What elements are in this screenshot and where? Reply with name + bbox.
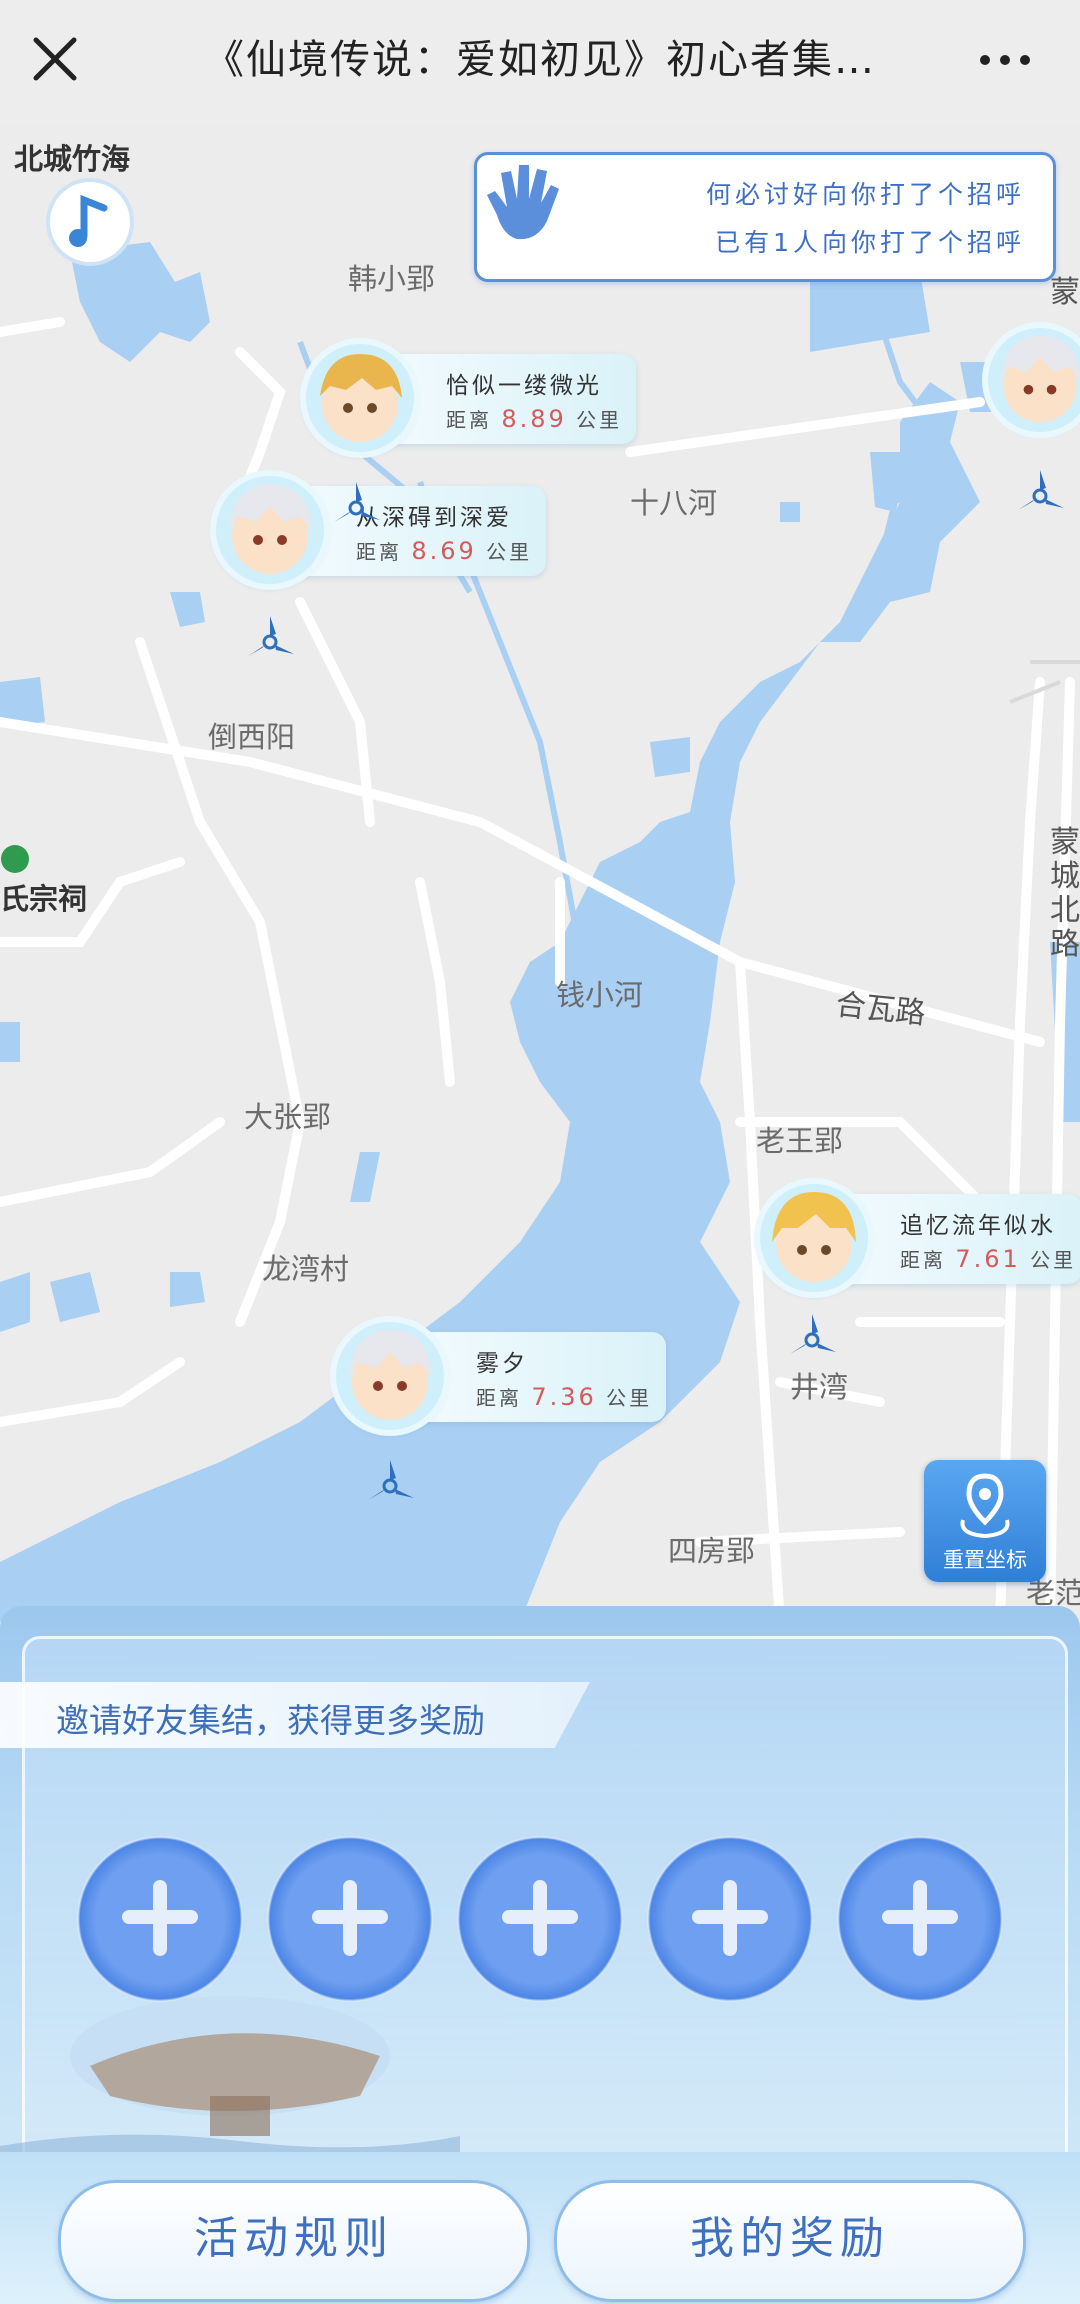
- plus-icon: [913, 1880, 927, 1956]
- rules-button[interactable]: 活动规则: [58, 2180, 530, 2302]
- place-label: 十八河: [630, 486, 718, 520]
- player-distance: 距离 8.89 公里: [446, 405, 623, 433]
- road-label-vertical: 蒙: [1050, 275, 1080, 310]
- distance-value: 8.69: [411, 537, 477, 565]
- rewards-button[interactable]: 我的奖励: [554, 2180, 1026, 2302]
- windmill-icon: [790, 1314, 836, 1354]
- road-label-vertical: 蒙城北路: [1050, 825, 1080, 962]
- player-marker[interactable]: 雾夕 距离 7.36 公里: [336, 1322, 666, 1430]
- avatar: [336, 1322, 444, 1430]
- invite-slot-button[interactable]: [647, 1836, 813, 2002]
- title-bar: 《仙境传说：爱如初见》初心者集…: [0, 0, 1080, 122]
- place-label: 龙湾村: [262, 1252, 350, 1286]
- greeting-card[interactable]: 何必讨好向你打了个招呼 已有1人向你打了个招呼: [474, 152, 1056, 282]
- poi-icon: [1, 845, 29, 873]
- greeting-line-1: 何必讨好向你打了个招呼: [705, 180, 1025, 209]
- close-icon[interactable]: [26, 30, 84, 88]
- player-distance: 距离 7.61 公里: [900, 1245, 1077, 1273]
- plus-icon: [533, 1880, 547, 1956]
- player-name: 追忆流年似水: [900, 1213, 1056, 1239]
- player-marker[interactable]: 恰似一缕微光 距离 8.89 公里: [306, 344, 636, 452]
- location-pin-icon: [960, 1473, 1010, 1539]
- avatar: [306, 344, 414, 452]
- place-label: 四房郢: [668, 1534, 756, 1568]
- plus-icon: [153, 1880, 167, 1956]
- windmill-icon: [1018, 470, 1064, 510]
- player-distance: 距离 8.69 公里: [356, 537, 533, 565]
- invite-slot-button[interactable]: [267, 1836, 433, 2002]
- window-title: 《仙境传说：爱如初见》初心者集…: [204, 37, 876, 83]
- map-view[interactable]: 北城竹海 韩小郢 十八河 倒西阳 氏宗祠 钱小河 合瓦路 大张郢 老王郢 龙湾村…: [0, 122, 1080, 1622]
- avatar: [760, 1184, 868, 1292]
- place-label: 老王郢: [756, 1124, 844, 1158]
- invite-slot-button[interactable]: [457, 1836, 623, 2002]
- avatar[interactable]: [988, 328, 1080, 432]
- place-label: 钱小河: [556, 978, 644, 1012]
- distance-value: 7.36: [531, 1383, 597, 1411]
- windmill-icon: [334, 482, 380, 522]
- player-name: 雾夕: [476, 1351, 528, 1377]
- windmill-icon: [368, 1460, 414, 1500]
- player-marker[interactable]: 追忆流年似水 距离 7.61 公里: [760, 1184, 1080, 1292]
- invite-slot-button[interactable]: [837, 1836, 1003, 2002]
- player-distance: 距离 7.36 公里: [476, 1383, 653, 1411]
- more-dots-icon[interactable]: [975, 40, 1035, 80]
- reset-location-label: 重置坐标: [943, 1548, 1027, 1572]
- invite-panel: 邀请好友集结，获得更多奖励: [0, 1606, 1080, 2166]
- greeting-line-2: 已有1人向你打了个招呼: [715, 228, 1025, 257]
- place-label: 氏宗祠: [0, 882, 88, 916]
- place-label: 大张郢: [244, 1100, 332, 1134]
- footer-bar: 活动规则 我的奖励: [0, 2152, 1080, 2304]
- windmill-icon: [248, 616, 294, 656]
- player-name: 恰似一缕微光: [446, 373, 602, 399]
- wave-hand-icon: [487, 165, 559, 240]
- music-note-icon[interactable]: [44, 176, 136, 268]
- plus-icon: [343, 1880, 357, 1956]
- invite-banner-text: 邀请好友集结，获得更多奖励: [56, 1701, 485, 1740]
- distance-value: 7.61: [955, 1245, 1021, 1273]
- place-label: 井湾: [790, 1370, 849, 1404]
- place-label: 北城竹海: [14, 142, 131, 176]
- plus-icon: [723, 1880, 737, 1956]
- place-label: 倒西阳: [208, 720, 296, 754]
- invite-banner: 邀请好友集结，获得更多奖励: [0, 1682, 590, 1748]
- reset-location-button[interactable]: 重置坐标: [924, 1460, 1046, 1582]
- road-label: 合瓦路: [834, 987, 928, 1032]
- place-label: 韩小郢: [348, 262, 436, 296]
- distance-value: 8.89: [501, 405, 567, 433]
- avatar: [216, 476, 324, 584]
- invite-slot-button[interactable]: [77, 1836, 243, 2002]
